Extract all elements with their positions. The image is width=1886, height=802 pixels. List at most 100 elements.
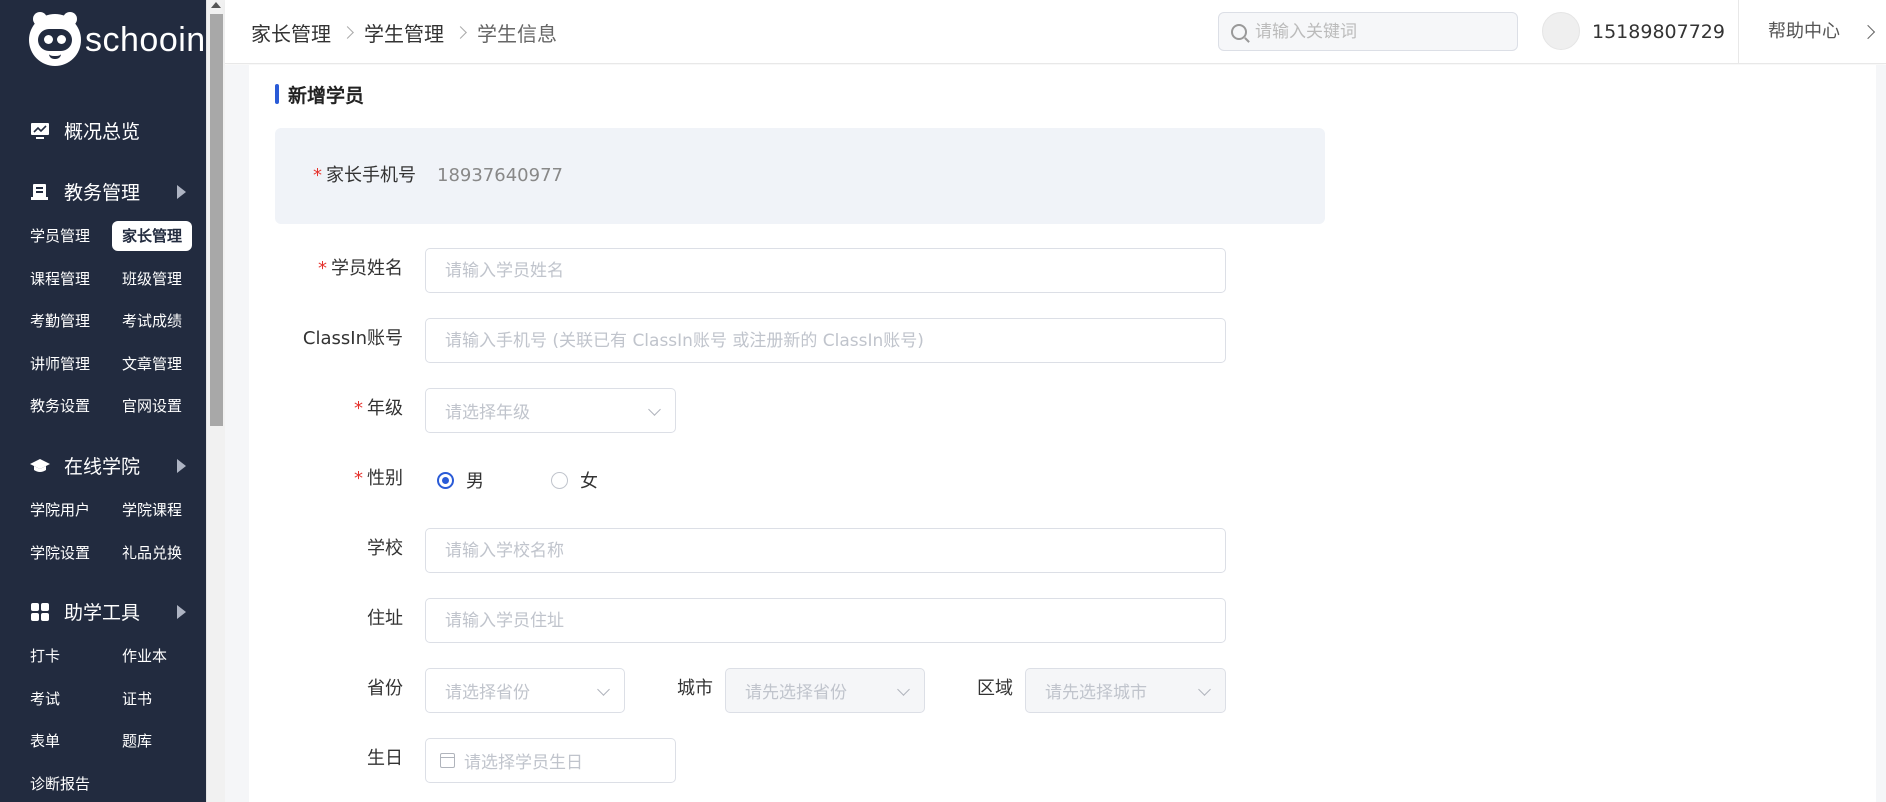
chevron-right-icon xyxy=(341,25,354,39)
caret-right-icon xyxy=(177,184,186,199)
section-title: 新增学员 xyxy=(275,81,364,107)
sidebar-item-courses[interactable]: 课程管理 xyxy=(30,264,90,294)
sidebar-group-academic[interactable]: 教务管理 xyxy=(30,178,186,205)
caret-right-icon xyxy=(177,458,186,473)
gender-option-label: 女 xyxy=(580,471,598,492)
sidebar: schooin 概况总览 教务管理 学员管理 家长管理 课程管理 班级管理 考勤… xyxy=(0,0,206,802)
sidebar-group-label: 教务管理 xyxy=(64,182,141,204)
sidebar-scrollbar[interactable] xyxy=(206,0,225,802)
sidebar-item-checkin[interactable]: 打卡 xyxy=(30,641,60,671)
app-root: schooin 概况总览 教务管理 学员管理 家长管理 课程管理 班级管理 考勤… xyxy=(0,0,1886,802)
sidebar-item-website-settings[interactable]: 官网设置 xyxy=(122,391,182,421)
classin-account-input[interactable] xyxy=(445,330,1225,351)
scroll-up-arrow-icon[interactable] xyxy=(211,2,221,8)
sidebar-item-diagnostic-report[interactable]: 诊断报告 xyxy=(30,769,90,799)
sidebar-item-academic-settings[interactable]: 教务设置 xyxy=(30,391,90,421)
calendar-icon xyxy=(440,753,455,768)
scrollbar-thumb[interactable] xyxy=(210,14,223,426)
grade-select[interactable]: 请选择年级 xyxy=(425,388,676,433)
sidebar-item-academy-courses[interactable]: 学院课程 xyxy=(122,495,182,525)
sidebar-item-gift-exchange[interactable]: 礼品兑换 xyxy=(122,538,182,568)
parent-info-box: * 家长手机号 18937640977 xyxy=(275,128,1325,224)
sidebar-item-homework[interactable]: 作业本 xyxy=(122,641,167,671)
monitor-icon xyxy=(30,121,50,141)
chevron-down-icon xyxy=(648,403,661,416)
radio-unchecked-icon[interactable] xyxy=(551,471,568,489)
header-divider xyxy=(1738,0,1739,64)
sidebar-item-forms[interactable]: 表单 xyxy=(30,726,60,756)
sidebar-item-exam[interactable]: 考试 xyxy=(30,684,60,714)
breadcrumb-item-parents[interactable]: 家长管理 xyxy=(251,18,331,47)
breadcrumb: 家长管理 学生管理 学生信息 xyxy=(251,0,557,64)
sidebar-item-students[interactable]: 学员管理 xyxy=(30,221,90,251)
grade-placeholder: 请选择年级 xyxy=(445,403,530,423)
title-accent-bar xyxy=(275,84,279,104)
form-card: 新增学员 *家长手机号 18937640977 *学员姓名 ClassIn账号 … xyxy=(249,65,1876,802)
student-name-input[interactable] xyxy=(445,260,1225,281)
parent-phone-value: 18937640977 xyxy=(437,165,563,186)
breadcrumb-item-student-info: 学生信息 xyxy=(477,21,557,46)
sidebar-group-label: 在线学院 xyxy=(64,456,141,478)
gender-label: * 性别 xyxy=(354,468,403,489)
chevron-down-icon xyxy=(897,683,910,696)
chevron-down-icon xyxy=(1198,683,1211,696)
sidebar-group-label: 概况总览 xyxy=(64,121,141,143)
avatar[interactable] xyxy=(1542,12,1580,50)
birthday-picker[interactable]: 请选择学员生日 xyxy=(425,738,676,783)
radio-checked-icon[interactable] xyxy=(437,471,454,489)
search-input[interactable] xyxy=(1255,21,1495,42)
help-center-link[interactable]: 帮助中心 xyxy=(1768,0,1840,64)
district-label: 区域 xyxy=(977,678,1013,699)
monkey-logo-icon xyxy=(29,12,81,66)
sidebar-item-exam-scores[interactable]: 考试成绩 xyxy=(122,306,182,336)
sidebar-item-question-bank[interactable]: 题库 xyxy=(122,726,152,756)
classin-account-field[interactable] xyxy=(425,318,1226,363)
grade-label: * 年级 xyxy=(354,398,403,419)
province-select[interactable]: 请选择省份 xyxy=(425,668,625,713)
book-icon xyxy=(30,182,50,202)
district-placeholder: 请先选择城市 xyxy=(1045,683,1147,703)
sidebar-group-study-tools[interactable]: 助学工具 xyxy=(30,598,186,625)
sidebar-item-academy-users[interactable]: 学院用户 xyxy=(30,495,90,525)
sidebar-item-articles[interactable]: 文章管理 xyxy=(122,349,182,379)
school-label: 学校 xyxy=(367,538,403,559)
address-label: 住址 xyxy=(367,608,403,629)
district-select: 请先选择城市 xyxy=(1025,668,1226,713)
sidebar-item-teachers[interactable]: 讲师管理 xyxy=(30,349,90,379)
user-phone[interactable]: 15189807729 xyxy=(1592,0,1725,64)
address-input[interactable] xyxy=(445,610,1225,631)
address-field[interactable] xyxy=(425,598,1226,643)
province-label: 省份 xyxy=(367,678,403,699)
sidebar-item-parents[interactable]: 家长管理 xyxy=(112,221,193,251)
school-input[interactable] xyxy=(445,540,1225,561)
school-field[interactable] xyxy=(425,528,1226,573)
breadcrumb-item-students[interactable]: 学生管理 xyxy=(364,18,444,47)
sidebar-item-certificate[interactable]: 证书 xyxy=(122,684,152,714)
brand-name: schooin xyxy=(85,20,206,59)
sidebar-group-overview[interactable]: 概况总览 xyxy=(30,117,186,144)
gender-option-label: 男 xyxy=(466,471,484,492)
graduation-cap-icon xyxy=(30,456,50,476)
gender-radio-female[interactable]: 女 xyxy=(551,467,598,493)
city-placeholder: 请先选择省份 xyxy=(745,683,847,703)
city-label: 城市 xyxy=(677,678,713,699)
birthday-label: 生日 xyxy=(367,748,403,769)
sidebar-group-online-academy[interactable]: 在线学院 xyxy=(30,452,186,479)
chevron-down-icon xyxy=(597,683,610,696)
classin-account-label: ClassIn账号 xyxy=(302,328,403,349)
student-name-field[interactable] xyxy=(425,248,1226,293)
top-header: 家长管理 学生管理 学生信息 15189807729 帮助中心 xyxy=(225,0,1886,64)
search-box[interactable] xyxy=(1218,12,1518,51)
grid-icon xyxy=(30,602,50,622)
brand-logo[interactable]: schooin xyxy=(29,12,206,66)
sidebar-item-classes[interactable]: 班级管理 xyxy=(122,264,182,294)
search-icon xyxy=(1231,23,1247,40)
gender-radio-male[interactable]: 男 xyxy=(437,467,484,493)
sidebar-item-attendance[interactable]: 考勤管理 xyxy=(30,306,90,336)
student-name-label: * 学员姓名 xyxy=(318,258,403,279)
main-content: 新增学员 *家长手机号 18937640977 *学员姓名 ClassIn账号 … xyxy=(225,65,1886,802)
parent-phone-label: * 家长手机号 xyxy=(313,165,416,186)
sidebar-group-label: 助学工具 xyxy=(64,602,141,624)
chevron-right-icon[interactable] xyxy=(1860,24,1876,40)
sidebar-item-academy-settings[interactable]: 学院设置 xyxy=(30,538,90,568)
